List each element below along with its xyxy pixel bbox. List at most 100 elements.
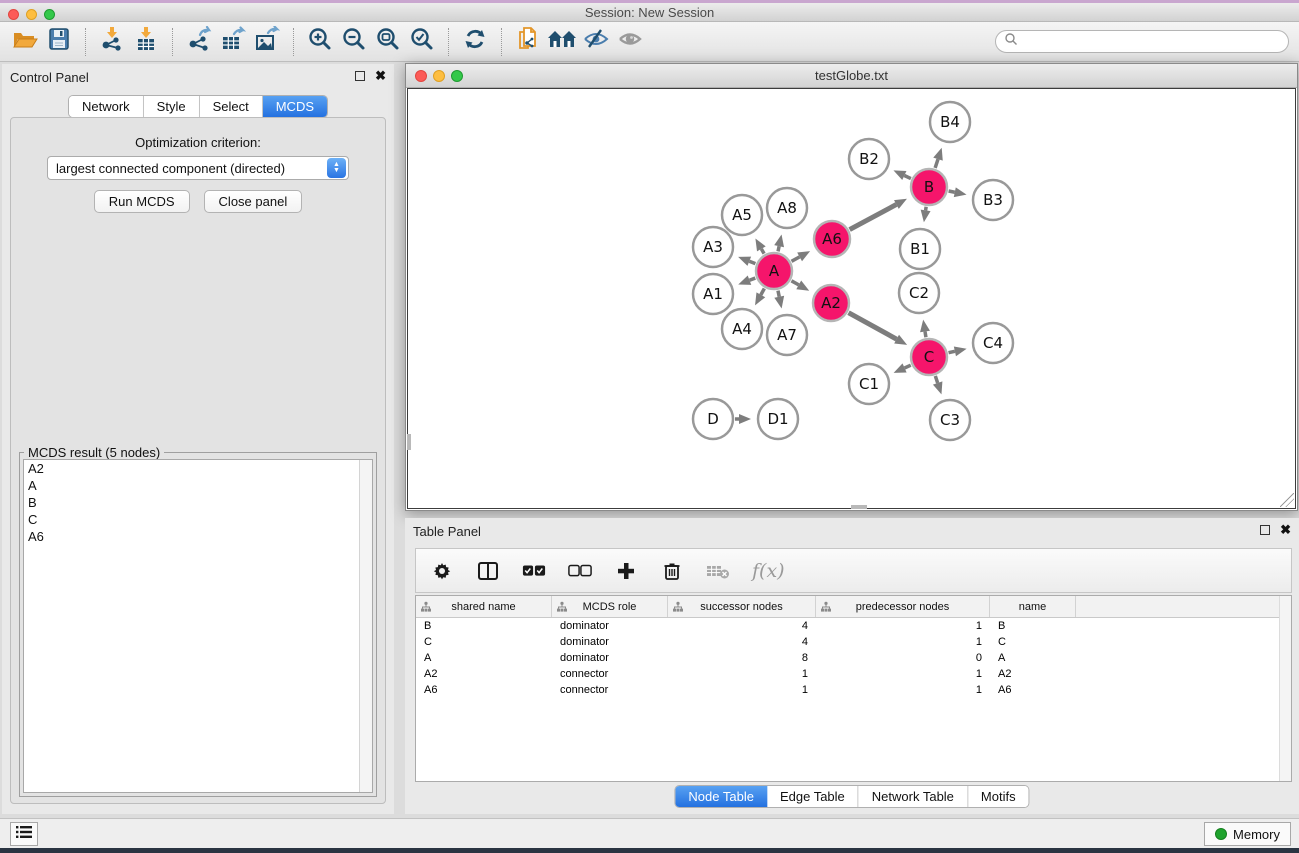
graph-node-C1[interactable]: C1 xyxy=(849,364,889,404)
tab-motifs[interactable]: Motifs xyxy=(968,786,1029,807)
search-input[interactable] xyxy=(1018,35,1288,49)
run-mcds-button[interactable]: Run MCDS xyxy=(94,190,190,213)
graph-edge-A-A6[interactable] xyxy=(792,257,800,261)
table-cell[interactable]: B xyxy=(416,618,552,634)
show-panels-button[interactable] xyxy=(613,25,647,59)
graph-edge-A-A2[interactable] xyxy=(791,281,798,285)
graph-node-B3[interactable]: B3 xyxy=(973,180,1013,220)
tab-network-table[interactable]: Network Table xyxy=(859,786,968,807)
canvas-vertical-scroll-nub[interactable] xyxy=(407,434,411,450)
table-cell[interactable]: A6 xyxy=(990,682,1076,698)
table-cell[interactable]: A xyxy=(416,650,552,666)
close-table-panel-icon[interactable]: ✖ xyxy=(1280,525,1291,535)
duplicate-network-button[interactable] xyxy=(511,25,545,59)
function-builder-button[interactable]: f(x) xyxy=(752,560,785,582)
tab-style[interactable]: Style xyxy=(144,96,200,117)
network-window-titlebar[interactable]: testGlobe.txt xyxy=(406,64,1297,88)
table-cell[interactable]: A6 xyxy=(416,682,552,698)
graph-node-A7[interactable]: A7 xyxy=(767,315,807,355)
float-table-panel-icon[interactable] xyxy=(1260,525,1270,535)
graph-edge-C-C1[interactable] xyxy=(905,365,911,368)
table-row[interactable]: Adominator80A xyxy=(416,650,1279,666)
graph-edge-A-A5[interactable] xyxy=(761,249,764,254)
table-cell[interactable]: connector xyxy=(552,666,668,682)
float-panel-icon[interactable] xyxy=(355,71,365,81)
column-header-predecessor-nodes[interactable]: predecessor nodes xyxy=(816,596,990,617)
network-canvas[interactable]: AA1A2A3A4A5A6A7A8BB1B2B3B4CC1C2C3C4DD1 xyxy=(407,88,1296,509)
graph-edge-A-A7[interactable] xyxy=(778,291,779,297)
table-cell[interactable]: 1 xyxy=(816,634,990,650)
open-session-button[interactable] xyxy=(8,25,42,59)
table-cell[interactable]: 0 xyxy=(816,650,990,666)
table-cell[interactable]: 8 xyxy=(668,650,816,666)
graph-node-A6[interactable]: A6 xyxy=(814,221,850,257)
tab-edge-table[interactable]: Edge Table xyxy=(767,786,859,807)
table-settings-button[interactable] xyxy=(430,559,454,583)
network-overview-button[interactable] xyxy=(545,25,579,59)
graph-node-C3[interactable]: C3 xyxy=(930,400,970,440)
graph-edge-C-C3[interactable] xyxy=(935,376,937,383)
table-cell[interactable]: B xyxy=(990,618,1076,634)
table-cell[interactable]: connector xyxy=(552,682,668,698)
graph-node-D[interactable]: D xyxy=(693,399,733,439)
graph-node-B4[interactable]: B4 xyxy=(930,102,970,142)
graph-edge-A6-B[interactable] xyxy=(850,204,897,229)
zoom-out-button[interactable] xyxy=(337,25,371,59)
graph-node-C[interactable]: C xyxy=(911,339,947,375)
graph-edge-A-A3[interactable] xyxy=(749,261,755,263)
mcds-result-item[interactable]: A2 xyxy=(24,460,372,477)
save-session-button[interactable] xyxy=(42,25,76,59)
table-cell[interactable]: 1 xyxy=(816,666,990,682)
graph-edge-A2-C[interactable] xyxy=(849,313,897,339)
table-cell[interactable]: A2 xyxy=(416,666,552,682)
close-panel-button[interactable]: Close panel xyxy=(204,190,303,213)
result-list-scrollbar[interactable] xyxy=(359,460,372,792)
delete-column-button[interactable] xyxy=(660,559,684,583)
graph-node-A1[interactable]: A1 xyxy=(693,274,733,314)
table-cell[interactable]: dominator xyxy=(552,650,668,666)
table-cell[interactable]: C xyxy=(990,634,1076,650)
graph-node-A3[interactable]: A3 xyxy=(693,227,733,267)
graph-edge-C-C4[interactable] xyxy=(949,351,955,352)
tab-node-table[interactable]: Node Table xyxy=(675,786,767,807)
graph-node-A2[interactable]: A2 xyxy=(813,285,849,321)
table-row[interactable]: A2connector11A2 xyxy=(416,666,1279,682)
graph-node-A5[interactable]: A5 xyxy=(722,195,762,235)
column-header-name[interactable]: name xyxy=(990,596,1076,617)
graph-edge-A-A8[interactable] xyxy=(778,246,779,251)
table-cell[interactable]: dominator xyxy=(552,618,668,634)
import-table-button[interactable] xyxy=(129,25,163,59)
table-cell[interactable]: A xyxy=(990,650,1076,666)
graph-edge-B-B3[interactable] xyxy=(949,191,955,192)
table-row[interactable]: Bdominator41B xyxy=(416,618,1279,634)
mcds-result-list[interactable]: A2ABCA6 xyxy=(23,459,373,793)
graph-edge-A-A1[interactable] xyxy=(749,278,755,280)
graph-node-C4[interactable]: C4 xyxy=(973,323,1013,363)
network-graph[interactable]: AA1A2A3A4A5A6A7A8BB1B2B3B4CC1C2C3C4DD1 xyxy=(408,89,1297,510)
show-column-panel-button[interactable] xyxy=(476,559,500,583)
create-column-button[interactable] xyxy=(614,559,638,583)
graph-node-A[interactable]: A xyxy=(756,253,792,289)
task-history-button[interactable] xyxy=(10,822,38,846)
unselect-all-columns-button[interactable] xyxy=(568,559,592,583)
table-cell[interactable]: 1 xyxy=(816,682,990,698)
apply-layout-button[interactable] xyxy=(458,25,492,59)
graph-node-D1[interactable]: D1 xyxy=(758,399,798,439)
graph-edge-A-A4[interactable] xyxy=(761,289,764,295)
mcds-result-item[interactable]: C xyxy=(24,511,372,528)
table-cell[interactable]: dominator xyxy=(552,634,668,650)
graph-edge-B-B2[interactable] xyxy=(904,175,911,178)
canvas-horizontal-scroll-nub[interactable] xyxy=(851,505,867,509)
zoom-selected-button[interactable] xyxy=(405,25,439,59)
export-image-button[interactable] xyxy=(250,25,284,59)
toolbar-search-field[interactable] xyxy=(995,30,1289,53)
close-panel-icon[interactable]: ✖ xyxy=(375,71,386,81)
criterion-dropdown[interactable]: largest connected component (directed) ▲… xyxy=(47,156,349,180)
graph-node-B2[interactable]: B2 xyxy=(849,139,889,179)
table-cell[interactable]: 1 xyxy=(816,618,990,634)
column-header-successor-nodes[interactable]: successor nodes xyxy=(668,596,816,617)
mcds-result-item[interactable]: B xyxy=(24,494,372,511)
table-cell[interactable]: 4 xyxy=(668,634,816,650)
zoom-in-button[interactable] xyxy=(303,25,337,59)
table-cell[interactable]: C xyxy=(416,634,552,650)
